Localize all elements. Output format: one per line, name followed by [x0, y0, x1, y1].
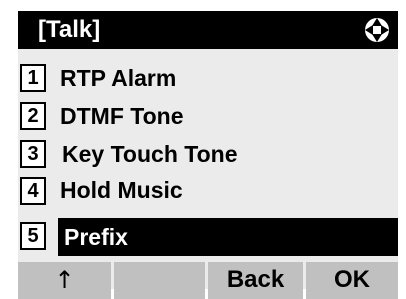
four-way-nav-icon [365, 18, 389, 42]
menu-item-prefix[interactable]: Prefix [64, 223, 128, 251]
phone-display: [Talk] 1 RTP Alarm 2 DTMF Tone 3 Key Tou… [0, 0, 406, 299]
softkey-up-arrow[interactable]: ↑ [18, 262, 111, 299]
menu-item-number-3[interactable]: 3 [20, 140, 46, 168]
title-bar: [Talk] [18, 11, 398, 49]
menu-item-key-touch-tone[interactable]: Key Touch Tone [62, 140, 238, 168]
softkey-blank[interactable] [114, 262, 205, 299]
page-title: [Talk] [38, 16, 101, 43]
softkey-back[interactable]: Back [208, 262, 303, 299]
menu-item-number-1[interactable]: 1 [20, 64, 46, 92]
menu-item-number-2[interactable]: 2 [20, 102, 46, 130]
menu-item-number-5[interactable]: 5 [20, 222, 46, 250]
menu-item-rtp-alarm[interactable]: RTP Alarm [60, 64, 176, 92]
menu-item-hold-music[interactable]: Hold Music [60, 176, 183, 204]
softkey-ok[interactable]: OK [306, 262, 398, 299]
menu-item-number-4[interactable]: 4 [20, 177, 46, 205]
menu-item-dtmf-tone[interactable]: DTMF Tone [60, 102, 184, 130]
softkey-bar: ↑ Back OK [18, 262, 398, 299]
menu-item-prefix-highlight[interactable]: Prefix [58, 218, 398, 256]
